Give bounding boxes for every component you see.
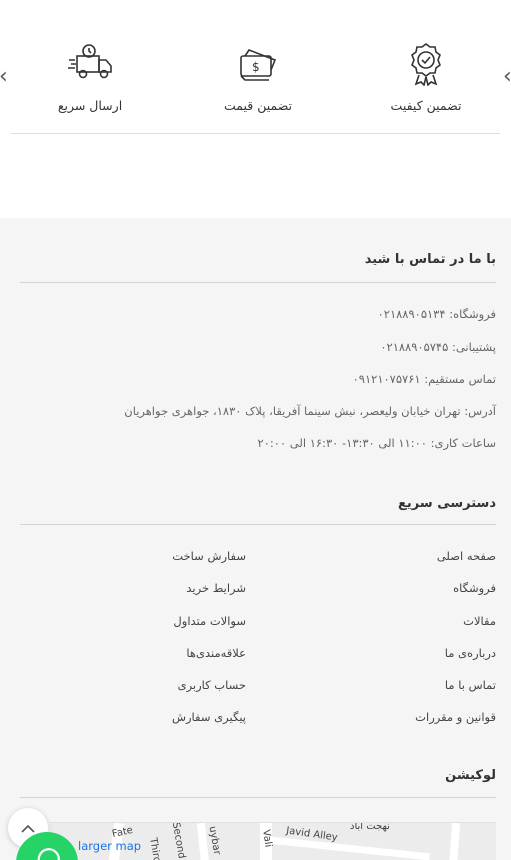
feature-quality-label: تضمین کیفیت xyxy=(390,98,462,113)
footer-link-articles[interactable]: مقالات xyxy=(463,614,496,628)
footer-link-faq[interactable]: سوالات متداول xyxy=(173,614,246,628)
feature-quality: تضمین کیفیت xyxy=(356,42,496,113)
footer: با ما در تماس با شید فروشگاه: ۰۲۱۸۸۹۰۵۱۳… xyxy=(0,218,511,860)
map-label: Second xyxy=(169,822,188,860)
money-icon: $ xyxy=(188,42,328,84)
delivery-truck-icon xyxy=(20,42,160,84)
features-strip: ‹ ‹ تضمین کیفیت $ تضمین قیمت xyxy=(0,0,511,218)
location-title: لوکیشن xyxy=(445,768,496,783)
footer-link-terms[interactable]: قوانین و مقررات xyxy=(415,710,496,724)
footer-link-order-tracking[interactable]: پیگیری سفارش xyxy=(172,710,246,724)
footer-link-custom-order[interactable]: سفارش ساخت xyxy=(172,549,246,563)
contact-title: با ما در تماس با شید xyxy=(364,252,496,267)
carousel-prev-icon[interactable]: ‹ xyxy=(0,64,8,89)
divider xyxy=(20,282,496,283)
footer-link-about[interactable]: درباره‌ی ما xyxy=(445,646,496,660)
map-label: Third xyxy=(147,836,163,860)
contact-address: آدرس: تهران خیابان ولیعصر، نبش سینما آفر… xyxy=(124,404,496,418)
contact-shop-phone[interactable]: فروشگاه: ۰۲۱۸۸۹۰۵۱۳۴ xyxy=(378,307,496,321)
location-map[interactable]: Fate Second uybar Vali Javid Alley نهجت … xyxy=(50,822,496,860)
map-label: uybar xyxy=(206,825,223,856)
contact-direct-phone[interactable]: تماس مستقیم: ۰۹۱۲۱۰۷۵۷۶۱ xyxy=(353,372,496,386)
map-label: Vali xyxy=(260,828,274,849)
feature-shipping: ارسال سریع xyxy=(20,42,160,113)
divider xyxy=(20,797,496,798)
footer-link-contact[interactable]: تماس با ما xyxy=(445,678,496,692)
svg-text:$: $ xyxy=(252,60,260,74)
quick-access-title: دسترسی سریع xyxy=(398,496,496,511)
feature-price-label: تضمین قیمت xyxy=(223,98,293,113)
footer-link-account[interactable]: حساب کاربری xyxy=(178,678,246,692)
divider xyxy=(11,133,500,134)
map-label: نهجت اباد xyxy=(350,822,390,832)
footer-link-wishlist[interactable]: علاقه‌مندی‌ها xyxy=(186,646,246,660)
feature-price: $ تضمین قیمت xyxy=(188,42,328,113)
contact-hours: ساعات کاری: ۱۱:۰۰ الی ۱۳:۳۰- ۱۶:۳۰ الی ۲… xyxy=(257,436,496,450)
view-larger-map-link[interactable]: larger map xyxy=(78,839,141,853)
carousel-next-icon[interactable]: ‹ xyxy=(503,64,511,89)
award-badge-icon xyxy=(356,42,496,87)
footer-link-purchase-terms[interactable]: شرایط خرید xyxy=(186,581,246,595)
feature-shipping-label: ارسال سریع xyxy=(57,98,123,113)
contact-support-phone[interactable]: پشتیبانی: ۰۲۱۸۸۹۰۵۷۴۵ xyxy=(380,340,496,354)
divider xyxy=(20,524,496,525)
footer-link-shop[interactable]: فروشگاه xyxy=(453,581,496,595)
footer-link-home[interactable]: صفحه اصلی xyxy=(437,549,496,563)
